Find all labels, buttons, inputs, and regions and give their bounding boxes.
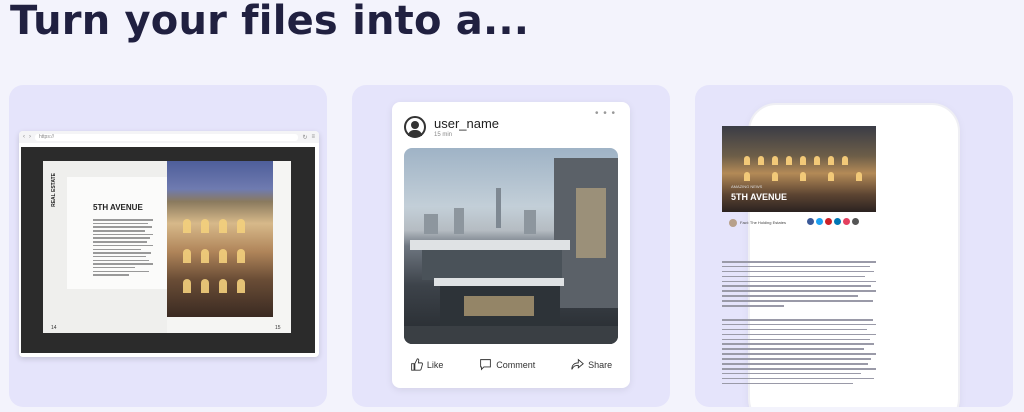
back-icon: ‹ <box>23 134 25 140</box>
post-image <box>404 148 618 344</box>
phone-notch <box>824 105 884 115</box>
article-paragraph <box>722 261 876 310</box>
thumbs-up-icon <box>411 358 423 371</box>
browser-url: https:// <box>35 133 299 141</box>
reload-icon: ↻ <box>302 134 308 141</box>
browser-window: ‹ › https:// ↻ ≡ REAL ESTATE 5TH AVENUE <box>19 131 319 357</box>
mobile-article-card[interactable]: AMAZING NEWS 5TH AVENUE Fact: The Holdin… <box>695 85 1013 407</box>
author-name: Fact: The Holding Estates <box>740 220 786 226</box>
instagram-icon[interactable] <box>843 218 850 225</box>
more-options-icon[interactable]: • • • <box>595 108 616 119</box>
twitter-icon[interactable] <box>816 218 823 225</box>
flipbook-side-label: REAL ESTATE <box>51 173 57 207</box>
social-post-card[interactable]: user_name 15 min • • • Like Comment Shar… <box>352 85 670 407</box>
post-time: 15 min <box>434 132 453 138</box>
forward-icon: › <box>29 134 31 140</box>
author-avatar <box>729 219 737 227</box>
page-number-left: 14 <box>51 325 57 331</box>
comment-icon <box>480 359 492 371</box>
share-icons <box>807 218 859 225</box>
flipbook-card[interactable]: ‹ › https:// ↻ ≡ REAL ESTATE 5TH AVENUE <box>9 85 327 407</box>
facebook-icon[interactable] <box>807 218 814 225</box>
like-label: Like <box>426 359 444 370</box>
flipbook-viewer: REAL ESTATE 5TH AVENUE 14 15 <box>21 147 315 353</box>
share-button[interactable]: Share <box>571 358 612 371</box>
linkedin-icon[interactable] <box>834 218 841 225</box>
article-title: 5TH AVENUE <box>731 192 788 202</box>
article-author: Fact: The Holding Estates <box>729 219 786 227</box>
building-photo <box>167 161 273 317</box>
comment-button[interactable]: Comment <box>479 358 535 371</box>
menu-icon: ≡ <box>311 134 315 140</box>
article-kicker: AMAZING NEWS <box>731 184 763 189</box>
email-icon[interactable] <box>852 218 859 225</box>
post-username: user_name <box>434 116 500 131</box>
share-icon <box>571 358 584 370</box>
post-actions: Like Comment Share <box>392 358 630 371</box>
page-heading: Turn your files into a... <box>10 0 530 44</box>
flipbook-body-text <box>93 219 153 278</box>
article-paragraph <box>722 319 876 387</box>
share-label: Share <box>588 359 613 370</box>
user-avatar-icon <box>404 116 426 138</box>
flipbook-title: 5TH AVENUE <box>93 203 143 212</box>
browser-toolbar: ‹ › https:// ↻ ≡ <box>19 131 319 143</box>
comment-label: Comment <box>496 359 536 370</box>
page-number-right: 15 <box>275 325 281 331</box>
like-button[interactable]: Like <box>410 358 444 371</box>
pinterest-icon[interactable] <box>825 218 832 225</box>
article-hero-image: AMAZING NEWS 5TH AVENUE <box>722 126 876 212</box>
social-post: user_name 15 min • • • Like Comment Shar… <box>392 102 630 388</box>
